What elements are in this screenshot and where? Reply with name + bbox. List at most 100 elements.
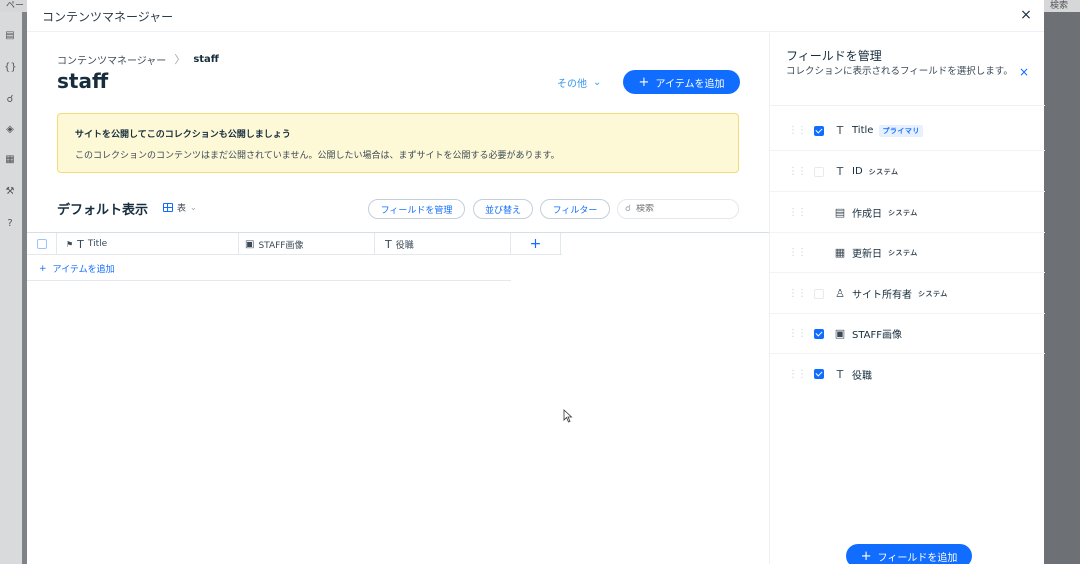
primary-flag-icon: ⚑: [66, 239, 74, 249]
search-field[interactable]: ☌: [617, 199, 739, 219]
column-header-staff-image[interactable]: ▣ STAFF画像: [239, 233, 375, 255]
field-name: Title: [852, 125, 874, 136]
image-icon: ▣: [245, 238, 255, 250]
content-manager-modal: コンテンツマネージャー × コンテンツマネージャー 〉 staff staff …: [27, 0, 1045, 564]
manage-fields-button[interactable]: フィールドを管理: [368, 199, 465, 219]
column-header-label: STAFF画像: [258, 240, 304, 251]
help-icon[interactable]: ?: [4, 218, 16, 230]
drag-handle-icon[interactable]: ⋮⋮: [788, 369, 807, 380]
table-icon: [163, 203, 173, 212]
field-tag-primary: プライマリ: [879, 124, 923, 137]
editor-search-text[interactable]: 検索: [1050, 0, 1068, 11]
field-name: ID: [852, 166, 863, 177]
column-header-role[interactable]: T 役職: [375, 233, 511, 255]
column-header-title[interactable]: ⚑ T Title: [57, 233, 239, 255]
text-type-icon: T: [836, 124, 844, 137]
field-name: サイト所有者: [852, 290, 912, 301]
field-checkbox[interactable]: [814, 328, 824, 339]
plus-icon: +: [638, 74, 650, 90]
field-checkbox[interactable]: [814, 208, 824, 218]
field-name: 更新日: [852, 249, 882, 260]
add-column-button[interactable]: +: [511, 233, 561, 255]
breadcrumb-separator: 〉: [174, 53, 186, 66]
sort-button[interactable]: 並び替え: [473, 199, 533, 219]
mouse-pointer-icon: [563, 409, 573, 423]
column-header-label: 役職: [395, 240, 414, 251]
field-row-created-date[interactable]: ⋮⋮ ▤ 作成日 システム: [770, 193, 1045, 233]
table-header-row: ⚑ T Title ▣ STAFF画像 T 役職 +: [27, 233, 562, 255]
field-row-site-owner[interactable]: ⋮⋮ ♙ サイト所有者 システム: [770, 274, 1045, 314]
field-checkbox[interactable]: [814, 369, 824, 379]
pages-icon[interactable]: ▤: [4, 30, 16, 42]
field-name: 作成日: [852, 209, 882, 220]
add-row-label: アイテムを追加: [52, 265, 115, 275]
search-input[interactable]: [636, 204, 727, 214]
more-actions-button[interactable]: その他 ⌄: [557, 75, 601, 90]
drag-handle-icon[interactable]: ⋮⋮: [788, 166, 807, 177]
field-name: STAFF画像: [852, 330, 903, 341]
more-actions-label: その他: [557, 79, 587, 90]
field-row-role[interactable]: ⋮⋮ T 役職: [770, 354, 1045, 394]
panel-divider: [770, 105, 1045, 106]
modal-header: コンテンツマネージャー ×: [27, 0, 1044, 32]
field-tag-system: システム: [888, 208, 918, 217]
collection-main: コンテンツマネージャー 〉 staff staff その他 ⌄ + アイテムを追…: [27, 33, 769, 564]
editor-right-dimmed: [1044, 12, 1080, 564]
text-type-icon: T: [77, 237, 84, 251]
add-field-label: フィールドを追加: [877, 552, 958, 564]
close-icon[interactable]: ×: [1019, 65, 1029, 79]
field-tag-system: システム: [868, 167, 899, 176]
add-row-button[interactable]: + アイテムを追加: [27, 257, 511, 281]
field-checkbox[interactable]: [814, 248, 824, 258]
plus-icon: +: [39, 263, 47, 274]
search-icon[interactable]: ☌: [4, 94, 16, 106]
column-header-label: Title: [87, 239, 108, 249]
text-type-icon: T: [836, 165, 844, 178]
calendar-icon: ▤: [834, 206, 846, 219]
notice-title: サイトを公開してこのコレクションも公開しましょう: [75, 130, 291, 140]
panel-title: フィールドを管理: [786, 49, 882, 63]
drag-handle-icon[interactable]: ⋮⋮: [788, 207, 807, 218]
drag-handle-icon[interactable]: ⋮⋮: [788, 328, 807, 339]
field-tag-system: システム: [918, 289, 948, 298]
field-row-updated-date[interactable]: ⋮⋮ ▦ 更新日 システム: [770, 233, 1045, 273]
editor-left-toolbar: ▤ {} ☌ ◈ ▦ ⚒ ?: [0, 12, 22, 564]
close-icon[interactable]: ×: [1018, 7, 1034, 23]
breadcrumb-root[interactable]: コンテンツマネージャー: [57, 52, 166, 67]
field-checkbox[interactable]: [814, 166, 824, 177]
field-checkbox[interactable]: [814, 125, 824, 136]
chevron-down-icon: ⌄: [190, 203, 197, 212]
image-icon: ▣: [834, 327, 846, 340]
breadcrumb: コンテンツマネージャー 〉 staff: [57, 51, 219, 67]
code-icon[interactable]: {}: [4, 62, 17, 74]
field-row-id[interactable]: ⋮⋮ T ID システム: [770, 152, 1045, 192]
view-title: デフォルト表示: [57, 203, 149, 218]
view-type-select[interactable]: 表 ⌄: [163, 201, 197, 214]
chevron-down-icon: ⌄: [593, 77, 602, 88]
view-type-label: 表: [177, 204, 187, 214]
drag-handle-icon[interactable]: ⋮⋮: [788, 288, 807, 299]
filter-button[interactable]: フィルター: [540, 199, 610, 219]
add-field-button[interactable]: + フィールドを追加: [846, 544, 972, 564]
add-item-button[interactable]: + アイテムを追加: [623, 70, 740, 94]
field-row-title[interactable]: ⋮⋮ T Title プライマリ: [770, 111, 1045, 151]
box-icon[interactable]: ◈: [4, 124, 16, 136]
editor-topbar-left-text: ペー: [6, 1, 25, 11]
select-all-checkbox[interactable]: [36, 239, 47, 249]
field-checkbox[interactable]: [814, 288, 824, 299]
drag-handle-icon[interactable]: ⋮⋮: [788, 247, 807, 258]
modal-title: コンテンツマネージャー: [42, 10, 174, 24]
add-item-label: アイテムを追加: [655, 78, 725, 90]
drag-handle-icon[interactable]: ⋮⋮: [788, 125, 807, 136]
field-row-staff-image[interactable]: ⋮⋮ ▣ STAFF画像: [770, 314, 1045, 354]
text-type-icon: T: [836, 367, 844, 381]
select-all-cell: [27, 233, 57, 255]
database-icon[interactable]: ▦: [4, 154, 16, 166]
tools-icon[interactable]: ⚒: [4, 186, 16, 198]
plus-icon: +: [860, 548, 872, 564]
breadcrumb-current: staff: [193, 53, 219, 65]
page-title: staff: [57, 69, 109, 93]
calendar-edit-icon: ▦: [834, 246, 846, 259]
field-name: 役職: [852, 370, 872, 382]
person-icon: ♙: [835, 287, 845, 300]
